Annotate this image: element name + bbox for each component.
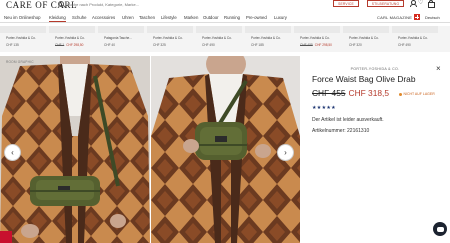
nav-item-shoes[interactable]: Schuhe bbox=[72, 15, 87, 20]
gallery-prev-button[interactable]: ‹ bbox=[4, 144, 21, 161]
product-price: CHF 40 bbox=[104, 43, 115, 47]
nav-item-bags[interactable]: Taschen bbox=[139, 15, 155, 20]
product-price: CHF 325 bbox=[153, 43, 166, 47]
search-input[interactable] bbox=[67, 1, 162, 7]
product-name: Porter-Yoshida & Co. bbox=[202, 36, 232, 40]
product-price: CHF 455 CHF 298,50 bbox=[300, 43, 332, 47]
product-price: CHF 455 CHF 318,5 bbox=[312, 88, 389, 98]
model-photo-front bbox=[0, 56, 150, 243]
strip-product[interactable]: Porter-Yoshida & Co. CHF 490 bbox=[196, 26, 242, 52]
product-thumbnail[interactable] bbox=[98, 26, 144, 33]
product-photo-front[interactable] bbox=[0, 56, 150, 243]
product-detail-panel: × PORTER-YOSHIDA & CO. Force Waist Bag O… bbox=[300, 56, 450, 243]
strip-product[interactable]: Porter-Yoshida & Co. CHF 185 bbox=[245, 26, 291, 52]
breadcrumb[interactable]: ROOM GRAPHIC bbox=[6, 60, 34, 64]
stock-status: NICHT AUF LAGER bbox=[399, 92, 435, 96]
product-name: Porter-Yoshida & Co. bbox=[398, 36, 428, 40]
main-nav: Neu im Onlineshop Kleidung Schuhe Access… bbox=[0, 13, 450, 23]
product-price: CHF 490 bbox=[202, 43, 215, 47]
search-bar[interactable] bbox=[58, 0, 163, 8]
product-price: CHF 185 bbox=[251, 43, 264, 47]
product-name: Porter-Yoshida & Co. bbox=[55, 36, 85, 40]
product-gallery: ROOM GRAPHIC ‹ › bbox=[0, 56, 300, 243]
product-name: Porter-Yoshida & Co. bbox=[6, 36, 36, 40]
cart-icon[interactable] bbox=[427, 0, 435, 8]
heart-icon[interactable]: ♡ bbox=[418, 0, 424, 6]
sold-out-message: Der Artikel ist leider ausverkauft. bbox=[312, 117, 384, 123]
product-thumbnail[interactable] bbox=[343, 26, 389, 33]
rating-stars[interactable]: ★★★★★ bbox=[312, 105, 336, 111]
nav-item-accessories[interactable]: Accessoires bbox=[92, 15, 115, 20]
product-name: Porter-Yoshida & Co. bbox=[251, 36, 281, 40]
top-bar: CARE OF CARL SERVICE STILBERATUNG ♡ bbox=[0, 0, 450, 11]
stilberatung-button[interactable]: STILBERATUNG bbox=[367, 0, 404, 7]
product-thumbnail[interactable] bbox=[0, 26, 46, 33]
search-icon[interactable] bbox=[58, 1, 64, 7]
nav-item-new[interactable]: Neu im Onlineshop bbox=[4, 15, 41, 20]
service-button[interactable]: SERVICE bbox=[333, 0, 359, 7]
product-thumbnail[interactable] bbox=[294, 26, 340, 33]
strip-product[interactable]: Porter-Yoshida & Co. CHF 1 CHF 298,50 bbox=[49, 26, 95, 52]
nav-item-brands[interactable]: Marken bbox=[184, 15, 198, 20]
nav-item-clothing[interactable]: Kleidung bbox=[49, 15, 66, 22]
product-title: Force Waist Bag Olive Drab bbox=[312, 74, 416, 84]
strip-product[interactable]: Porter-Yoshida & Co. CHF 135 bbox=[0, 26, 46, 52]
magazine-link[interactable]: CARL MAGAZINE bbox=[377, 15, 412, 20]
product-price: CHF 135 bbox=[6, 43, 19, 47]
swiss-flag-icon[interactable] bbox=[414, 14, 420, 20]
strip-product[interactable]: Porter-Yoshida & Co. CHF 320 bbox=[343, 26, 389, 52]
strip-product[interactable]: Porter-Yoshida & Co. CHF 490 bbox=[392, 26, 438, 52]
corner-badge bbox=[0, 231, 12, 243]
chat-icon[interactable] bbox=[433, 222, 447, 236]
product-thumbnail[interactable] bbox=[245, 26, 291, 33]
price-original: CHF 455 bbox=[312, 88, 346, 98]
product-thumbnail[interactable] bbox=[49, 26, 95, 33]
strip-product[interactable]: Porter-Yoshida & Co. CHF 325 bbox=[147, 26, 193, 52]
product-name: Patagonia Tasche... bbox=[104, 36, 132, 40]
stock-dot-icon bbox=[399, 92, 402, 96]
nav-item-luxury[interactable]: Luxury bbox=[274, 15, 287, 20]
user-icon[interactable] bbox=[409, 0, 417, 7]
product-price: CHF 1 CHF 298,50 bbox=[55, 43, 84, 47]
product-thumbnail[interactable] bbox=[196, 26, 242, 33]
language-selector[interactable]: Deutsch bbox=[425, 15, 440, 20]
nav-item-preowned[interactable]: Pre-owned bbox=[246, 15, 267, 20]
stock-label: NICHT AUF LAGER bbox=[403, 92, 435, 96]
product-thumbnail[interactable] bbox=[392, 26, 438, 33]
product-price: CHF 490 bbox=[398, 43, 411, 47]
nav-item-outdoor[interactable]: Outdoor bbox=[203, 15, 219, 20]
product-thumbnail[interactable] bbox=[147, 26, 193, 33]
strip-product[interactable]: Porter-Yoshida & Co. CHF 455 CHF 298,50 bbox=[294, 26, 340, 52]
brand-name[interactable]: PORTER-YOSHIDA & CO. bbox=[300, 67, 450, 71]
nav-item-running[interactable]: Running bbox=[224, 15, 240, 20]
nav-item-watches[interactable]: Uhren bbox=[122, 15, 134, 20]
product-name: Porter-Yoshida & Co. bbox=[349, 36, 379, 40]
nav-item-lifestyle[interactable]: Lifestyle bbox=[161, 15, 177, 20]
product-name: Porter-Yoshida & Co. bbox=[153, 36, 183, 40]
product-name: Porter-Yoshida & Co. bbox=[300, 36, 330, 40]
related-products-strip: Porter-Yoshida & Co. CHF 135 Porter-Yosh… bbox=[0, 26, 450, 52]
strip-product[interactable]: Patagonia Tasche... CHF 40 bbox=[98, 26, 144, 52]
price-sale: CHF 318,5 bbox=[348, 88, 390, 98]
product-price: CHF 320 bbox=[349, 43, 362, 47]
article-number: Artikelnummer: 22161310 bbox=[312, 128, 370, 134]
gallery-next-button[interactable]: › bbox=[277, 144, 294, 161]
